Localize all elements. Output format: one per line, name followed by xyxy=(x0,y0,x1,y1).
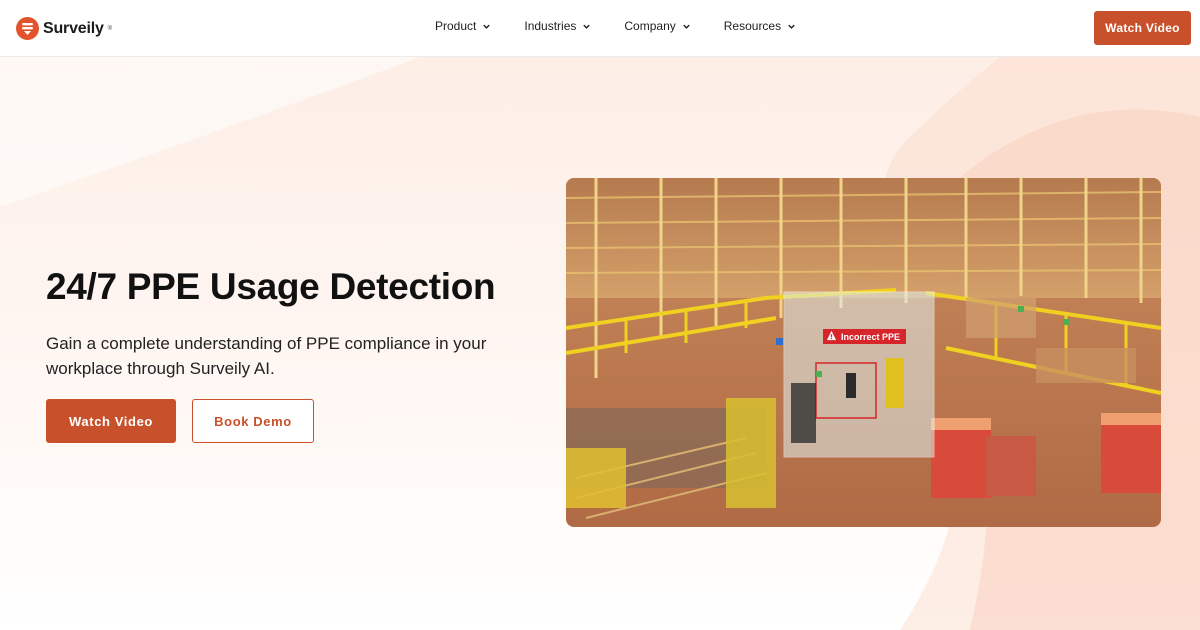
incorrect-ppe-label: Incorrect PPE xyxy=(823,329,907,344)
site-header: Surveily ® Product Industries Company Res… xyxy=(0,0,1200,57)
brand-reg-mark: ® xyxy=(107,25,113,32)
nav-item-resources[interactable]: Resources xyxy=(724,19,796,33)
nav-item-label: Company xyxy=(624,19,676,33)
chevron-down-icon xyxy=(483,24,491,29)
brand-logo[interactable]: Surveily ® xyxy=(16,17,112,40)
chevron-down-icon xyxy=(583,24,591,29)
book-demo-button[interactable]: Book Demo xyxy=(192,399,314,443)
chevron-down-icon xyxy=(683,24,690,29)
chevron-down-icon xyxy=(788,24,795,29)
header-watch-video-button[interactable]: Watch Video xyxy=(1094,11,1191,45)
main-nav: Product Industries Company Resources xyxy=(435,19,829,33)
detection-label-text: Incorrect PPE xyxy=(841,332,901,342)
hero-subtitle: Gain a complete understanding of PPE com… xyxy=(46,334,487,378)
warehouse-camera-image xyxy=(566,178,1161,527)
warning-icon xyxy=(826,330,837,341)
nav-item-label: Industries xyxy=(524,19,577,33)
nav-item-product[interactable]: Product xyxy=(435,19,491,33)
nav-item-label: Resources xyxy=(723,19,782,33)
nav-item-company[interactable]: Company xyxy=(624,19,690,33)
nav-item-label: Product xyxy=(435,19,477,33)
hero-title: 24/7 PPE Usage Detection xyxy=(46,266,496,307)
nav-item-industries[interactable]: Industries xyxy=(524,19,591,33)
watch-video-button[interactable]: Watch Video xyxy=(46,399,176,443)
brand-name: Surveily xyxy=(43,19,104,37)
surveily-logo-icon xyxy=(16,17,39,40)
